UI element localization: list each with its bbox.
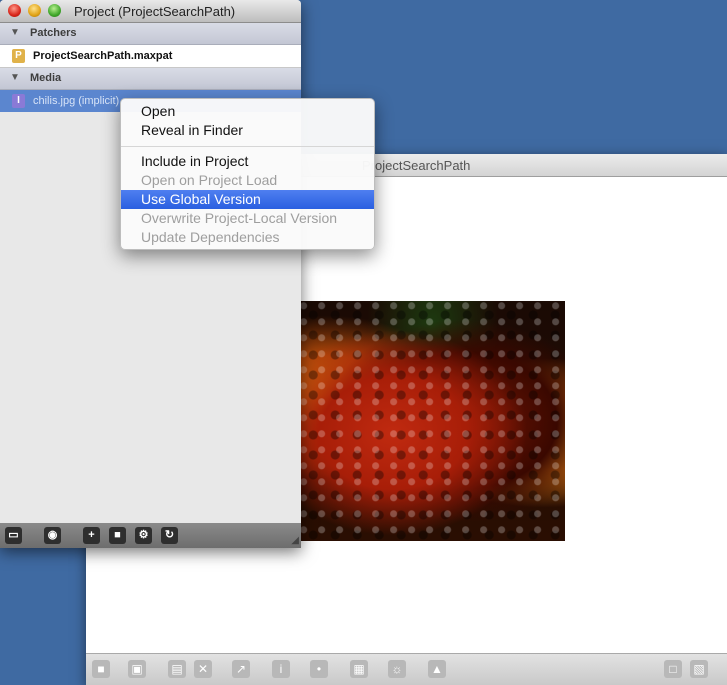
menu-item-open-on-project-load: Open on Project Load: [141, 172, 278, 188]
refresh-icon[interactable]: ↻: [161, 527, 178, 544]
item-name: chilis.jpg (implicit): [33, 95, 120, 107]
context-menu: Open Reveal in Finder Include in Project…: [120, 98, 375, 250]
menu-item-open[interactable]: Open: [121, 102, 374, 121]
hierarchy-icon[interactable]: ▲: [428, 660, 446, 678]
section-label: Patchers: [30, 27, 77, 39]
section-patchers[interactable]: ▼ Patchers: [0, 23, 301, 45]
project-titlebar[interactable]: Project (ProjectSearchPath): [0, 0, 301, 23]
presentation-icon[interactable]: ▣: [128, 660, 146, 678]
minimize-button[interactable]: [28, 4, 41, 17]
menu-item-update-dependencies: Update Dependencies: [141, 229, 280, 245]
package-icon[interactable]: ■: [109, 527, 126, 544]
project-toolbar: ▭ ◉ + ■ ⚙ ↻ ◢: [0, 523, 301, 548]
section-label: Media: [30, 72, 62, 84]
connect-icon[interactable]: •: [310, 660, 328, 678]
settings-icon[interactable]: ☼: [388, 660, 406, 678]
chilis-image: [300, 301, 565, 541]
menu-item-overwrite-project-local-version: Overwrite Project-Local Version: [141, 210, 338, 226]
project-window[interactable]: Project (ProjectSearchPath) ▼ Patchers P…: [0, 0, 301, 548]
gear-icon[interactable]: ⚙: [135, 527, 152, 544]
window-icon[interactable]: □: [664, 660, 682, 678]
image-file-icon: I: [12, 94, 25, 108]
eye-icon[interactable]: ◉: [44, 527, 61, 544]
new-object-icon[interactable]: ▤: [168, 660, 186, 678]
close-button[interactable]: [8, 4, 21, 17]
menu-item-use-global-version[interactable]: Use Global Version: [121, 190, 374, 209]
zoom-button[interactable]: [48, 4, 61, 17]
disclosure-triangle-icon[interactable]: ▼: [10, 27, 20, 38]
grid-icon[interactable]: ▦: [350, 660, 368, 678]
plus-icon[interactable]: +: [83, 527, 100, 544]
delete-icon[interactable]: ✕: [194, 660, 212, 678]
info-icon[interactable]: i: [272, 660, 290, 678]
section-media[interactable]: ▼ Media: [0, 68, 301, 90]
lock-icon[interactable]: ■: [92, 660, 110, 678]
menu-separator: [121, 146, 374, 147]
disclosure-triangle-icon[interactable]: ▼: [10, 72, 20, 83]
resize-grip-icon[interactable]: ◢: [291, 535, 299, 546]
list-item-patcher[interactable]: P ProjectSearchPath.maxpat: [0, 45, 301, 68]
item-name: ProjectSearchPath.maxpat: [33, 50, 173, 62]
menu-item-include-in-project[interactable]: Include in Project: [121, 152, 374, 171]
sidebar-icon[interactable]: ▧: [690, 660, 708, 678]
menu-item-reveal-in-finder[interactable]: Reveal in Finder: [121, 121, 374, 140]
patcher-toolbar: ■ ▣ ▤ ✕ ↗ i • ▦ ☼ ▲ □ ▧: [86, 653, 727, 685]
patcher-title: ProjectSearchPath: [362, 158, 471, 173]
patcher-icon: P: [12, 49, 25, 63]
chart-icon[interactable]: ↗: [232, 660, 250, 678]
project-title: Project (ProjectSearchPath): [74, 4, 236, 19]
folder-icon[interactable]: ▭: [5, 527, 22, 544]
